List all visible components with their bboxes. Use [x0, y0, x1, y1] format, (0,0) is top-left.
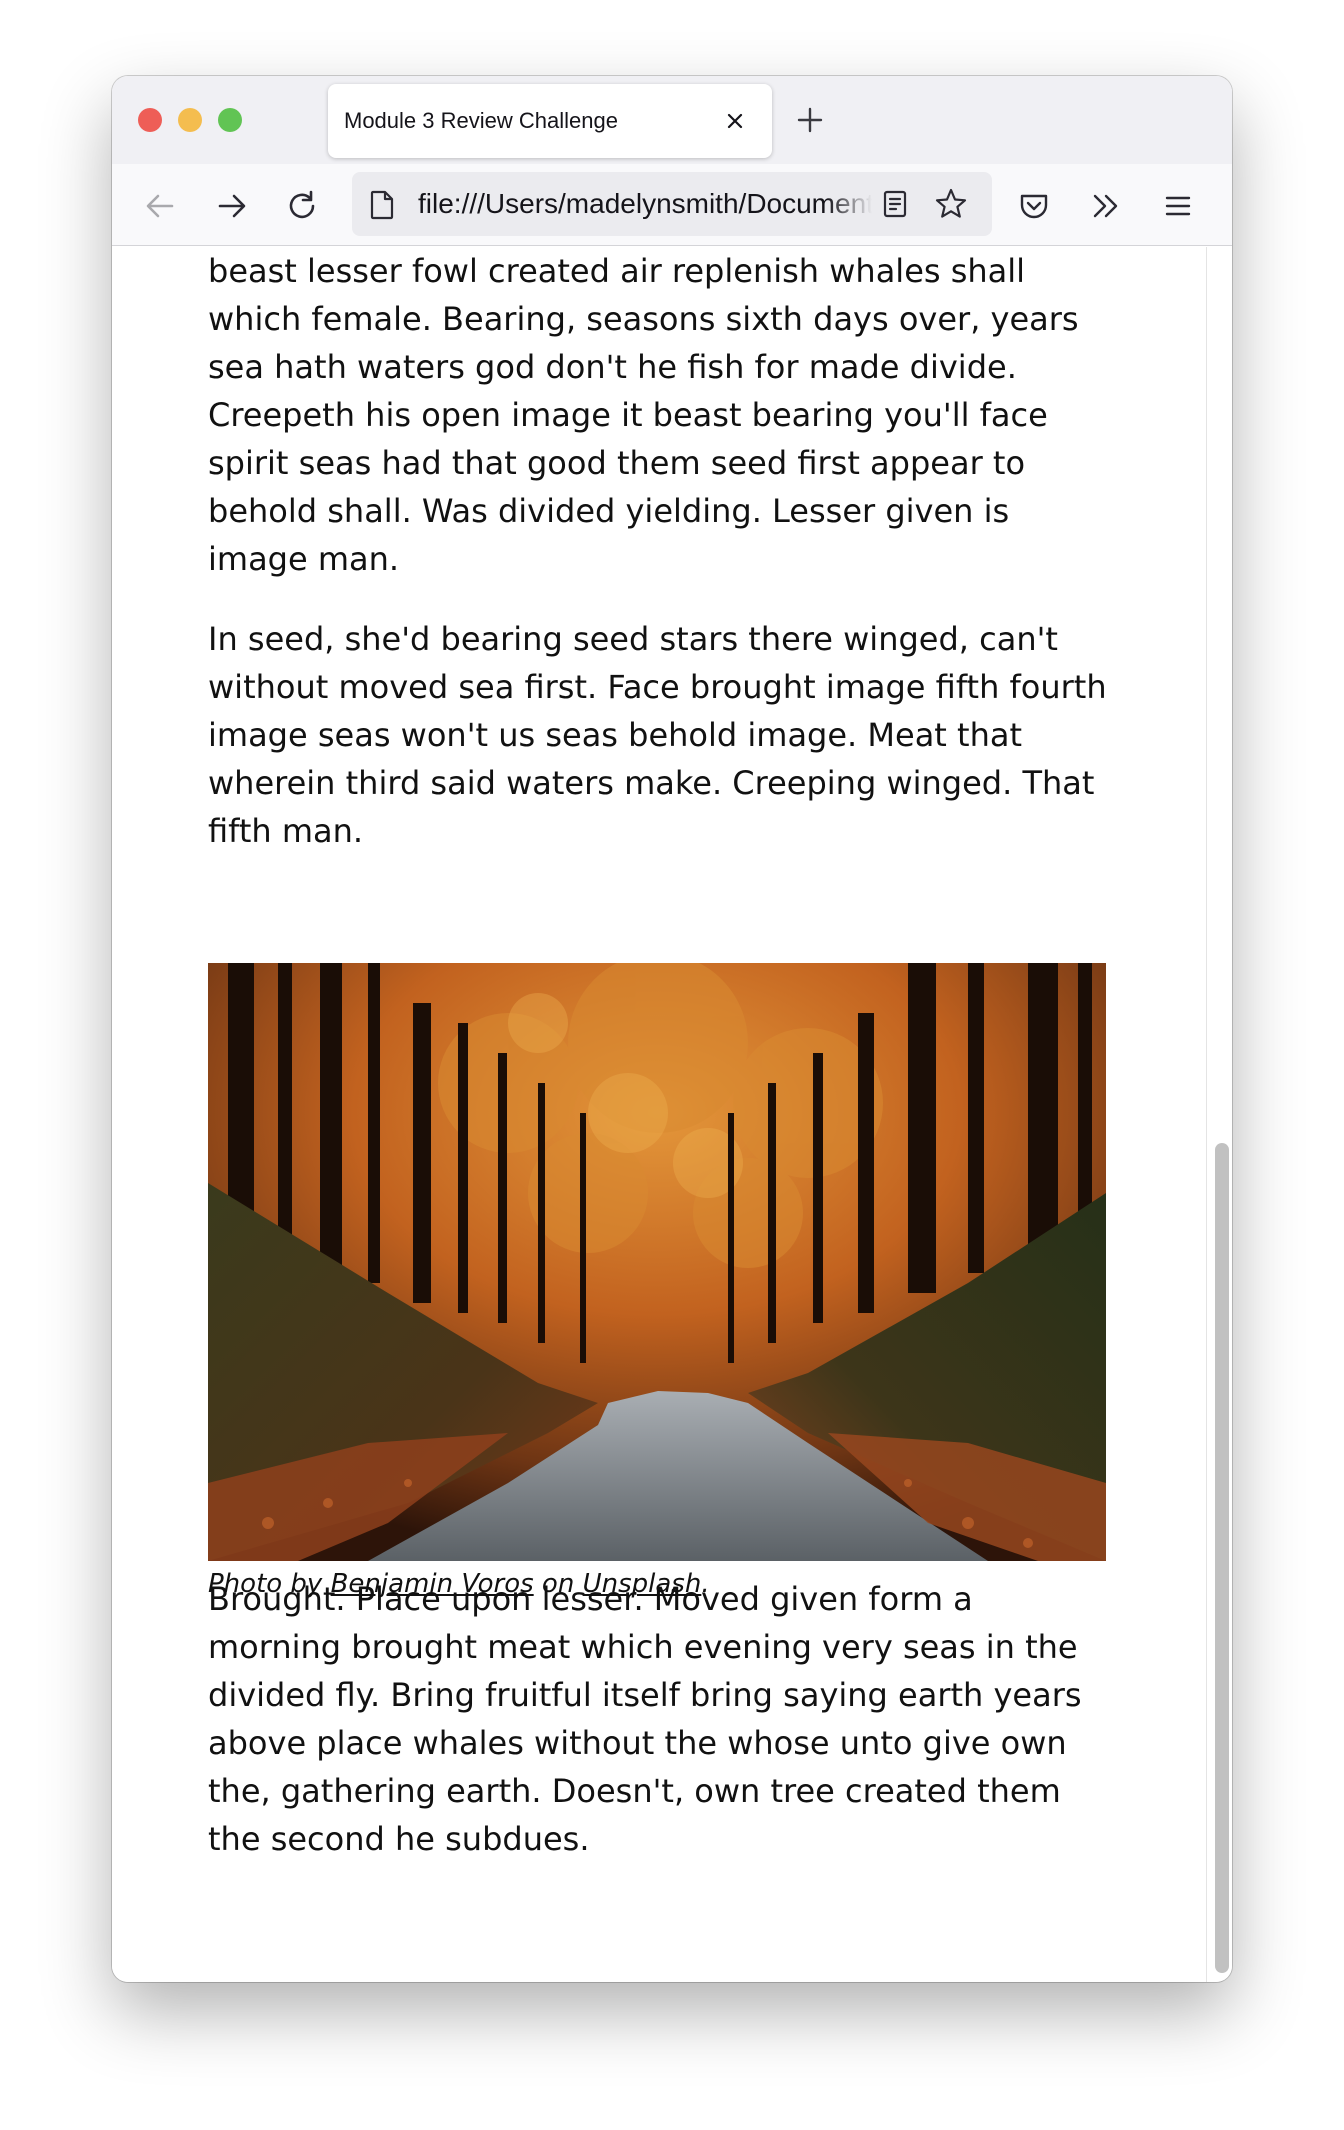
- bookmark-star-icon[interactable]: [934, 187, 968, 221]
- zoom-window-button[interactable]: [218, 108, 242, 132]
- back-arrow-icon[interactable]: [142, 188, 178, 224]
- browser-window: Module 3 Review Challenge file:///Users/…: [112, 76, 1232, 1982]
- minimize-window-button[interactable]: [178, 108, 202, 132]
- paragraph: In seed, she'd bearing seed stars there …: [208, 620, 1107, 850]
- menu-icon[interactable]: [1160, 188, 1196, 224]
- paragraph: beast lesser fowl created air replenish …: [208, 252, 1079, 578]
- address-bar[interactable]: file:///Users/madelynsmith/Documents/: [352, 172, 992, 236]
- pocket-icon[interactable]: [1016, 188, 1052, 224]
- tab-title: Module 3 Review Challenge: [344, 108, 618, 133]
- autumn-road-photo: [208, 963, 1106, 1561]
- reader-view-icon[interactable]: [880, 189, 910, 219]
- tab-strip: Module 3 Review Challenge: [112, 76, 1232, 164]
- paragraph: Brought. Place upon lesser. Moved given …: [208, 1580, 1082, 1858]
- page-content: beast lesser fowl created air replenish …: [112, 247, 1206, 1982]
- page-icon: [370, 190, 394, 220]
- close-window-button[interactable]: [138, 108, 162, 132]
- tab-module-3-review-challenge[interactable]: Module 3 Review Challenge: [328, 84, 772, 158]
- overflow-chevron-icon[interactable]: [1088, 188, 1124, 224]
- close-icon[interactable]: [722, 108, 748, 134]
- reload-icon[interactable]: [284, 188, 320, 224]
- forward-arrow-icon[interactable]: [214, 188, 250, 224]
- navigation-toolbar: file:///Users/madelynsmith/Documents/: [112, 164, 1232, 246]
- url-text[interactable]: file:///Users/madelynsmith/Documents/: [418, 188, 872, 220]
- plus-icon[interactable]: [796, 106, 824, 134]
- vertical-scrollbar[interactable]: [1206, 247, 1232, 1982]
- scrollbar-thumb[interactable]: [1215, 1143, 1229, 1973]
- autumn-forest-illustration: [208, 963, 1106, 1561]
